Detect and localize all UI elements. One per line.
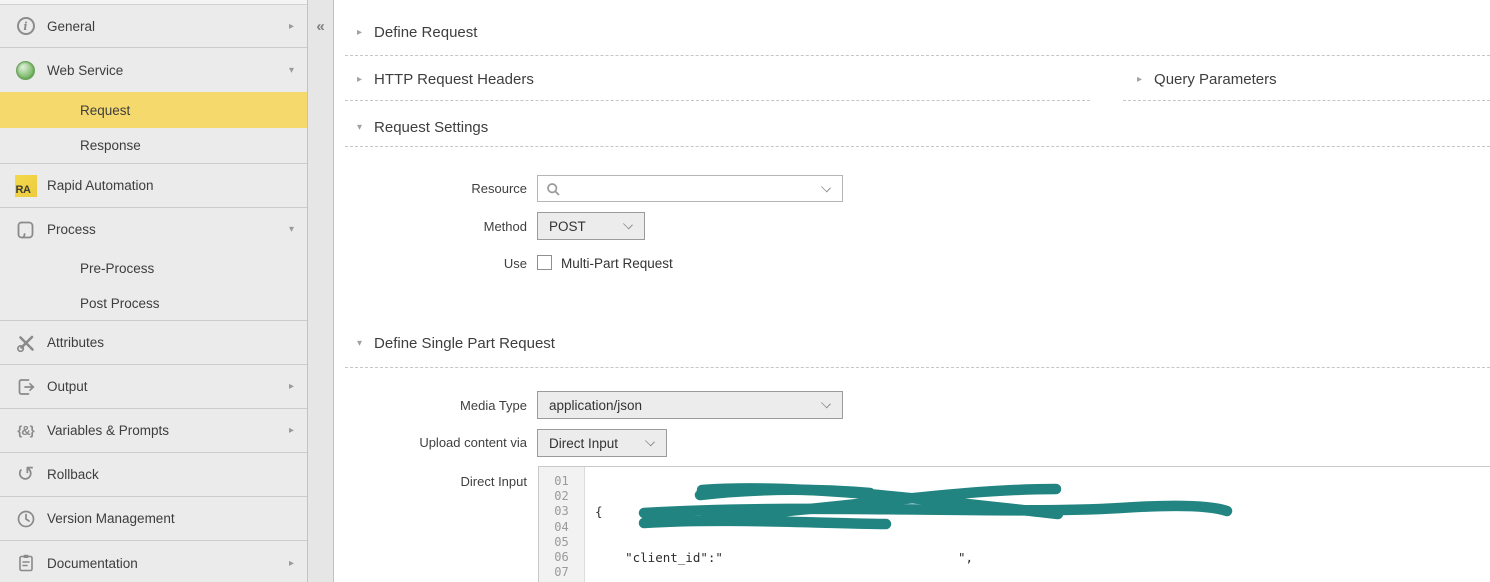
ra-badge-icon: RA	[12, 174, 39, 197]
sidebar-item-post-process[interactable]: Post Process	[0, 286, 307, 321]
sidebar-item-label: Request	[80, 102, 131, 118]
globe-icon	[12, 60, 39, 80]
upload-content-via-dropdown[interactable]: Direct Input	[537, 429, 667, 457]
line-number-gutter: 01 02 03 04 05 06 07	[539, 467, 585, 582]
sidebar-item-label: Response	[80, 138, 141, 153]
chevron-right-icon: ▸	[288, 381, 294, 392]
code-area[interactable]: { "client_id":"", "client_secret":" "aud…	[585, 467, 1490, 582]
collapse-sidebar-icon[interactable]: «	[308, 18, 333, 35]
chevron-right-icon: ▸	[288, 20, 294, 32]
sidebar-item-rapid-automation[interactable]: RA Rapid Automation	[0, 164, 307, 208]
method-value: POST	[549, 218, 586, 234]
method-label: Method	[483, 219, 527, 234]
sidebar-item-label: Post Process	[80, 295, 160, 311]
chevron-down-icon	[623, 219, 633, 230]
section-title: Query Parameters	[1154, 71, 1277, 88]
clock-icon	[12, 509, 39, 529]
section-divider	[1123, 100, 1490, 101]
resource-combobox[interactable]	[537, 175, 843, 202]
sidebar-item-attributes[interactable]: Attributes	[0, 321, 307, 365]
triangle-expanded-icon: ▾	[357, 338, 363, 349]
use-label: Use	[503, 256, 527, 271]
search-icon	[547, 183, 560, 196]
multipart-checkbox[interactable]	[537, 255, 552, 270]
section-title: Request Settings	[374, 119, 489, 136]
triangle-collapsed-icon: ▸	[357, 74, 363, 85]
section-divider	[345, 146, 1490, 147]
process-icon	[12, 220, 39, 240]
sidebar-item-label: Version Management	[47, 511, 175, 526]
sidebar-item-label: Rapid Automation	[47, 178, 154, 193]
code-line: "client_id":" ",	[595, 550, 973, 565]
sidebar-item-label: Pre-Process	[80, 261, 155, 276]
sidebar-item-label: Rollback	[47, 467, 99, 482]
sidebar-item-output[interactable]: Output ▸	[0, 365, 307, 409]
info-icon: i	[12, 17, 39, 35]
code-line: {	[595, 504, 603, 520]
sidebar: i General ▸ Web Service ▾ Request Respon…	[0, 0, 308, 582]
sidebar-item-label: Variables & Prompts	[47, 423, 170, 438]
section-request-settings[interactable]: ▾ Request Settings	[357, 119, 488, 136]
sidebar-item-process[interactable]: Process ▾	[0, 208, 307, 251]
section-http-request-headers[interactable]: ▸ HTTP Request Headers	[357, 71, 534, 88]
section-query-parameters[interactable]: ▸ Query Parameters	[1137, 71, 1277, 88]
web-service-request-page: i General ▸ Web Service ▾ Request Respon…	[0, 0, 1490, 582]
sidebar-item-label: Documentation	[47, 555, 138, 571]
tools-icon	[12, 333, 39, 353]
section-title: HTTP Request Headers	[374, 71, 534, 88]
sidebar-item-documentation[interactable]: Documentation ▸	[0, 541, 307, 582]
upload-content-via-label: Upload content via	[419, 435, 527, 450]
chevron-down-icon	[645, 436, 655, 447]
rollback-icon: ↺	[16, 462, 35, 486]
main-content: ▸ Define Request ▸ HTTP Request Headers …	[334, 0, 1490, 582]
sidebar-item-variables-prompts[interactable]: {&} Variables & Prompts ▸	[0, 409, 307, 453]
sidebar-collapse-strip: «	[308, 0, 334, 582]
variables-icon: {&}	[17, 423, 34, 438]
chevron-right-icon: ▸	[288, 425, 294, 436]
sidebar-item-label: Output	[47, 379, 88, 394]
chevron-down-icon: ▾	[288, 64, 294, 76]
section-divider	[345, 367, 1490, 368]
multipart-label: Multi-Part Request	[561, 256, 673, 271]
sidebar-item-general[interactable]: i General ▸	[0, 5, 307, 48]
sidebar-item-response[interactable]: Response	[0, 128, 307, 164]
sidebar-item-pre-process[interactable]: Pre-Process	[0, 251, 307, 286]
method-dropdown[interactable]: POST	[537, 212, 645, 240]
chevron-down-icon: ▾	[288, 224, 294, 235]
resource-label: Resource	[471, 181, 527, 196]
upload-content-via-value: Direct Input	[549, 435, 619, 451]
media-type-dropdown[interactable]: application/json	[537, 391, 843, 419]
triangle-collapsed-icon: ▸	[357, 27, 363, 38]
section-title: Define Single Part Request	[374, 335, 555, 352]
section-divider	[345, 100, 1090, 101]
sidebar-item-label: General	[47, 18, 96, 34]
chevron-down-icon	[821, 181, 831, 192]
sidebar-item-version-management[interactable]: Version Management	[0, 497, 307, 541]
section-divider	[345, 55, 1490, 56]
sidebar-item-label: Attributes	[47, 335, 105, 350]
sidebar-item-label: Process	[47, 222, 96, 237]
sidebar-item-web-service[interactable]: Web Service ▾	[0, 48, 307, 92]
section-title: Define Request	[374, 24, 478, 41]
sidebar-item-label: Web Service	[47, 62, 124, 78]
sidebar-item-rollback[interactable]: ↺ Rollback	[0, 453, 307, 497]
documentation-icon	[12, 553, 39, 573]
section-define-request[interactable]: ▸ Define Request	[357, 24, 477, 41]
triangle-expanded-icon: ▾	[357, 122, 363, 133]
direct-input-editor[interactable]: 01 02 03 04 05 06 07 { "client_id":"", "…	[538, 466, 1490, 582]
output-icon	[12, 377, 39, 397]
chevron-down-icon	[821, 398, 831, 409]
media-type-label: Media Type	[460, 398, 527, 413]
section-define-single-part-request[interactable]: ▾ Define Single Part Request	[357, 335, 555, 352]
sidebar-item-request[interactable]: Request	[0, 92, 307, 128]
triangle-collapsed-icon: ▸	[1137, 74, 1143, 85]
media-type-value: application/json	[549, 397, 643, 413]
chevron-right-icon: ▸	[288, 557, 294, 569]
direct-input-label: Direct Input	[460, 474, 527, 489]
